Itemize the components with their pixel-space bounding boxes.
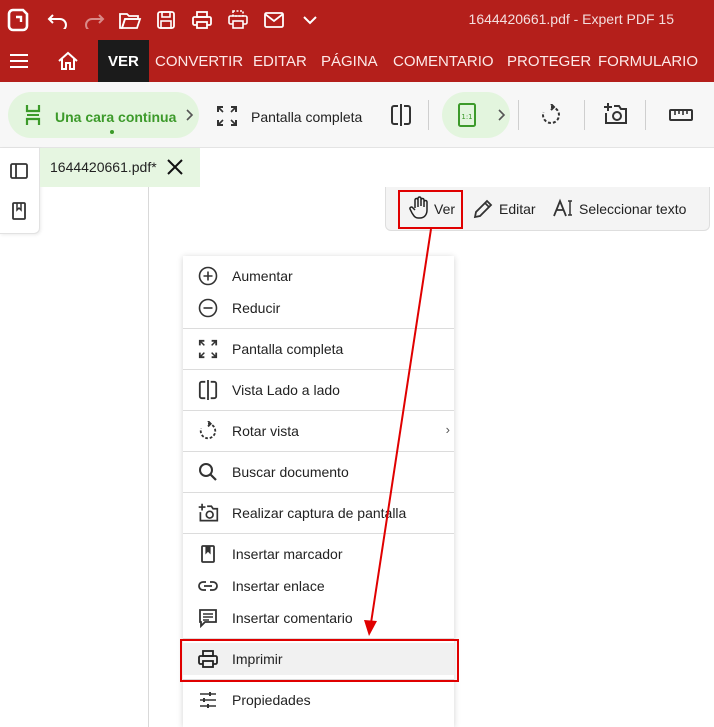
annotation-arrow <box>364 228 432 636</box>
expert-pdf-window: 1644420661.pdf - Expert PDF 15 VER CONVE… <box>0 0 714 727</box>
